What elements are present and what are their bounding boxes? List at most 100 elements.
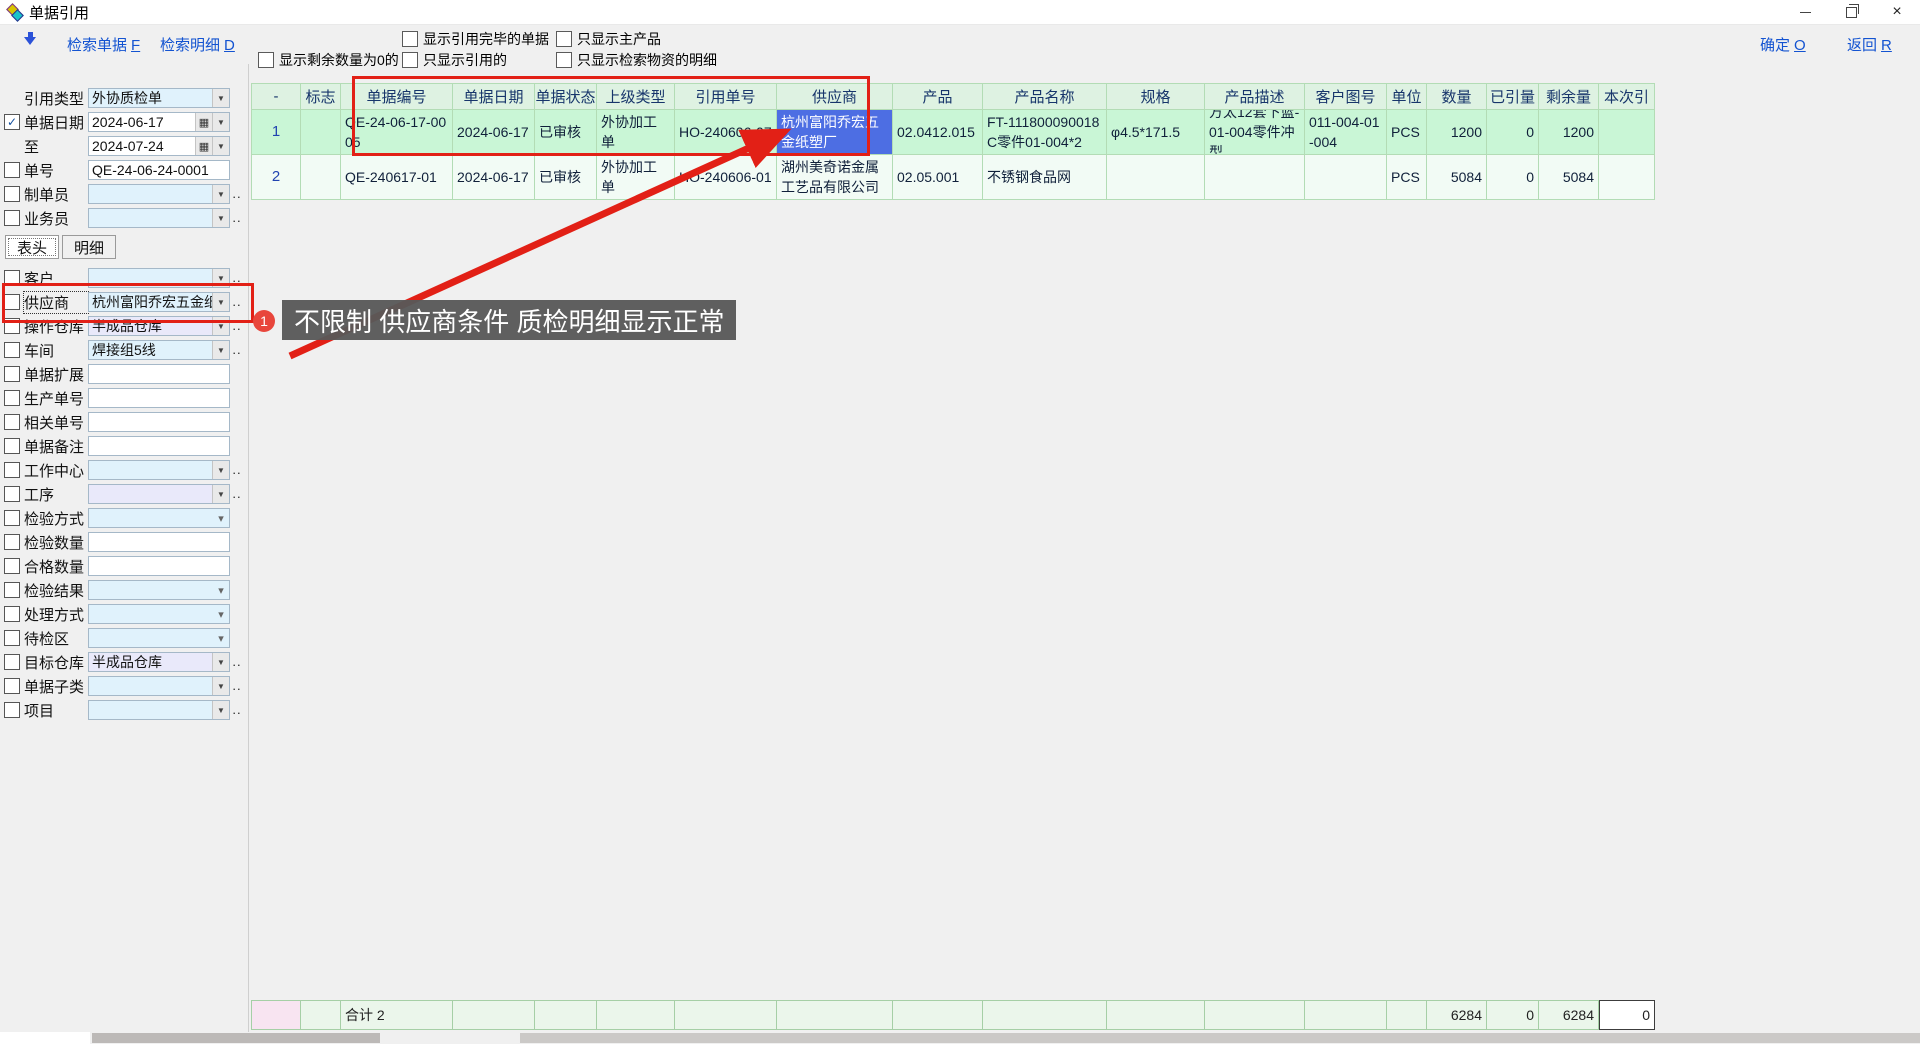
cell[interactable]: PCS: [1387, 155, 1427, 200]
filter-checkbox[interactable]: ✓: [4, 486, 20, 502]
filter-checkbox[interactable]: ✓: [4, 210, 20, 226]
column-header[interactable]: 产品描述: [1205, 83, 1305, 110]
filter-field[interactable]: 焊接组5线 ▼: [88, 340, 230, 360]
scrollbar-thumb[interactable]: [92, 1033, 380, 1043]
filter-field[interactable]: ▼: [88, 208, 230, 228]
cell[interactable]: 不锈钢食品网: [983, 155, 1107, 200]
cell[interactable]: [301, 110, 341, 155]
confirm-link[interactable]: 确定O: [1760, 34, 1806, 55]
horizontal-scrollbar[interactable]: [0, 1032, 1920, 1044]
column-header[interactable]: 产品: [893, 83, 983, 110]
cell[interactable]: 5084: [1539, 155, 1599, 200]
cell[interactable]: 0: [1487, 155, 1539, 200]
filter-checkbox[interactable]: ✓: [4, 462, 20, 478]
dropdown-arrow-icon[interactable]: ▼: [212, 341, 229, 359]
cell[interactable]: 0: [1487, 110, 1539, 155]
column-header[interactable]: 剩余量: [1539, 83, 1599, 110]
ellipsis-button[interactable]: ..: [230, 465, 244, 475]
cell[interactable]: 02.05.001: [893, 155, 983, 200]
minimize-button[interactable]: [1782, 0, 1828, 24]
filter-checkbox[interactable]: ✓: [4, 534, 20, 550]
dropdown-arrow-icon[interactable]: ▼: [212, 653, 229, 671]
dropdown-arrow-icon[interactable]: ▼: [212, 701, 229, 719]
ellipsis-button[interactable]: ..: [230, 705, 244, 715]
filter-field[interactable]: [88, 364, 230, 384]
filter-field[interactable]: ▾: [88, 604, 230, 624]
ellipsis-button[interactable]: ..: [230, 273, 244, 283]
filter-field[interactable]: ▾: [88, 508, 230, 528]
column-header[interactable]: 规格: [1107, 83, 1205, 110]
column-header[interactable]: 供应商: [777, 83, 893, 110]
dropdown-arrow-icon[interactable]: ▼: [212, 137, 229, 155]
cell[interactable]: 已审核: [535, 155, 597, 200]
tab-detail[interactable]: 明细: [62, 235, 116, 259]
cell[interactable]: 2024-06-17: [453, 155, 535, 200]
search-doc-link[interactable]: 检索单据F: [67, 34, 140, 55]
dropdown-arrow-icon[interactable]: ▼: [212, 461, 229, 479]
ellipsis-button[interactable]: ..: [230, 657, 244, 667]
calendar-icon[interactable]: ▦: [195, 137, 212, 155]
filter-checkbox[interactable]: ✓: [4, 162, 20, 178]
cell[interactable]: [1107, 155, 1205, 200]
filter-field[interactable]: ▾: [88, 580, 230, 600]
cell[interactable]: 2024-06-17: [453, 110, 535, 155]
chevron-down-icon[interactable]: ▾: [213, 632, 229, 645]
cell[interactable]: 1: [251, 110, 301, 155]
filter-field[interactable]: ▼: [88, 676, 230, 696]
cell[interactable]: HO-240606-07: [675, 110, 777, 155]
filter-checkbox-show-zero-remaining[interactable]: 显示剩余数量为0的: [258, 50, 399, 70]
cell[interactable]: [1305, 155, 1387, 200]
column-header[interactable]: 单据编号: [341, 83, 453, 110]
dropdown-arrow-icon[interactable]: ▼: [212, 293, 229, 311]
filter-checkbox[interactable]: ✓: [4, 558, 20, 574]
filter-field[interactable]: ▼: [88, 700, 230, 720]
back-link[interactable]: 返回R: [1847, 34, 1892, 55]
filter-field[interactable]: [88, 556, 230, 576]
dropdown-arrow-icon[interactable]: ▼: [212, 209, 229, 227]
chevron-down-icon[interactable]: ▾: [213, 584, 229, 597]
ellipsis-button[interactable]: ..: [230, 681, 244, 691]
filter-field[interactable]: 2024-06-17 ▦ ▼: [88, 112, 230, 132]
filter-checkbox[interactable]: ✓: [4, 294, 20, 310]
column-header[interactable]: 单据日期: [453, 83, 535, 110]
dropdown-arrow-icon[interactable]: ▼: [212, 269, 229, 287]
filter-field[interactable]: [88, 532, 230, 552]
filter-field[interactable]: ▼: [88, 268, 230, 288]
filter-field[interactable]: ▼: [88, 460, 230, 480]
chevron-down-icon[interactable]: ▾: [213, 512, 229, 525]
filter-field[interactable]: ▼: [88, 484, 230, 504]
cell[interactable]: QE-240617-01: [341, 155, 453, 200]
column-header[interactable]: -: [251, 83, 301, 110]
ellipsis-button[interactable]: ..: [230, 297, 244, 307]
cell[interactable]: PCS: [1387, 110, 1427, 155]
cell[interactable]: 杭州富阳乔宏五金纸塑厂: [777, 110, 893, 155]
restore-button[interactable]: [1828, 0, 1874, 24]
filter-field[interactable]: [88, 412, 230, 432]
filter-field[interactable]: 半成品仓库 ▼: [88, 652, 230, 672]
ellipsis-button[interactable]: ..: [230, 321, 244, 331]
filter-checkbox[interactable]: ✓: [4, 390, 20, 406]
column-header[interactable]: 上级类型: [597, 83, 675, 110]
download-arrow-icon[interactable]: [24, 32, 37, 46]
cell[interactable]: 02.0412.015: [893, 110, 983, 155]
cell[interactable]: 011-004-01-004: [1305, 110, 1387, 155]
filter-checkbox[interactable]: ✓: [4, 342, 20, 358]
ellipsis-button[interactable]: ..: [230, 489, 244, 499]
filter-field[interactable]: QE-24-06-24-0001: [88, 160, 230, 180]
column-header[interactable]: 已引量: [1487, 83, 1539, 110]
filter-checkbox[interactable]: ✓: [4, 270, 20, 286]
filter-checkbox[interactable]: ✓: [4, 414, 20, 430]
cell[interactable]: 1200: [1539, 110, 1599, 155]
calendar-icon[interactable]: ▦: [195, 113, 212, 131]
filter-field[interactable]: 2024-07-24 ▦ ▼: [88, 136, 230, 156]
cell[interactable]: 湖州美奇诺金属工艺品有限公司: [777, 155, 893, 200]
filter-field[interactable]: 半成品仓库 ▼: [88, 316, 230, 336]
cell[interactable]: FT-111800090018C零件01-004*2: [983, 110, 1107, 155]
column-header[interactable]: 产品名称: [983, 83, 1107, 110]
column-header[interactable]: 单据状态: [535, 83, 597, 110]
filter-checkbox[interactable]: ✓: [4, 186, 20, 202]
cell[interactable]: [301, 155, 341, 200]
cell[interactable]: [1205, 155, 1305, 200]
column-header[interactable]: 客户图号: [1305, 83, 1387, 110]
filter-field[interactable]: ▾: [88, 628, 230, 648]
